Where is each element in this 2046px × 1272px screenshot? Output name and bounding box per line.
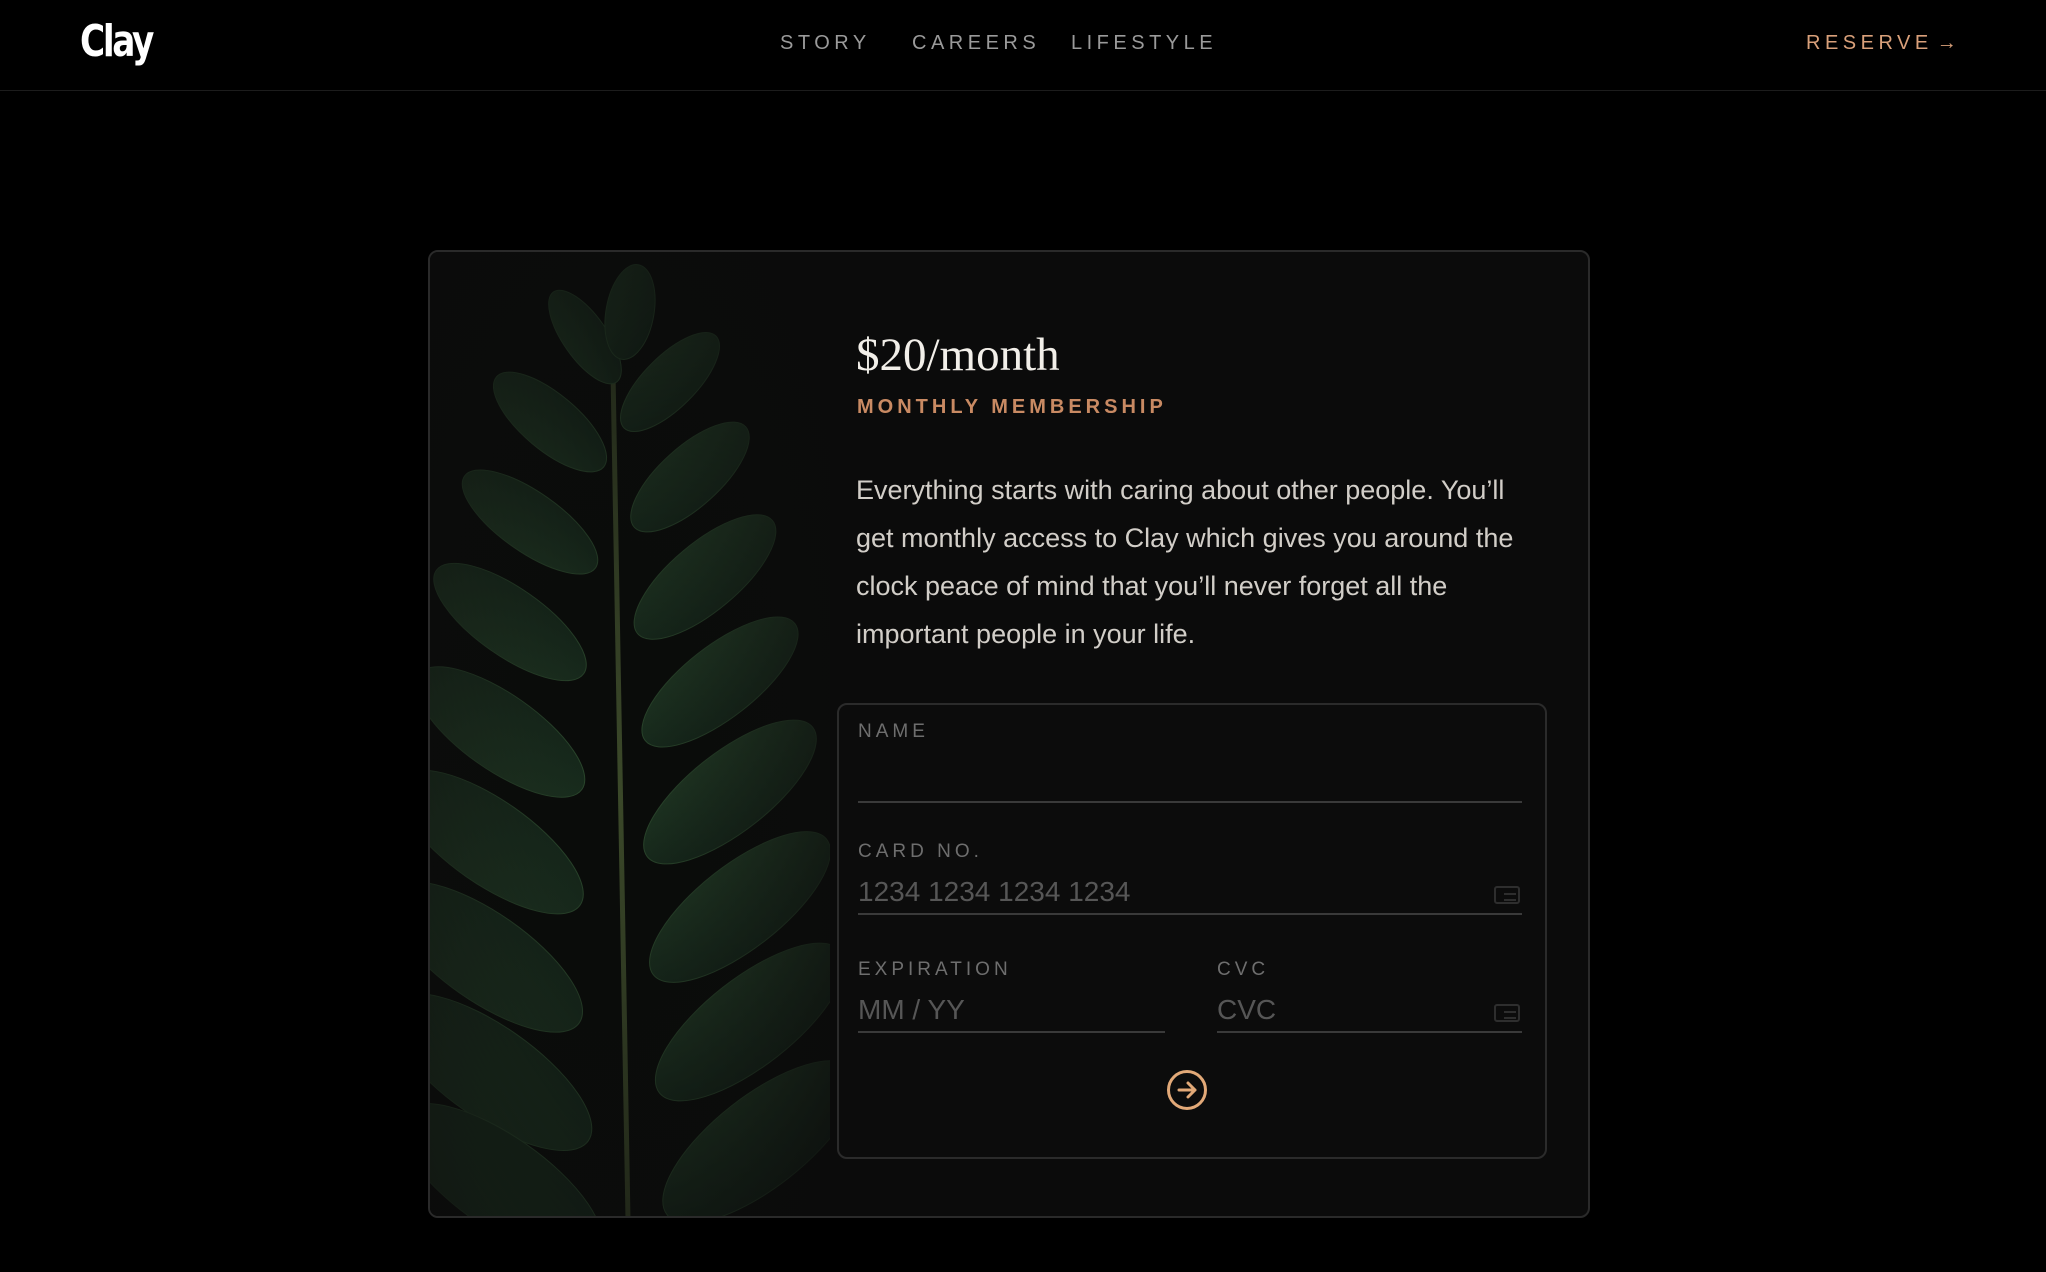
- cvc-card-icon: [1494, 1004, 1520, 1022]
- arrow-right-icon: →: [1936, 32, 1957, 54]
- submit-button[interactable]: [1167, 1070, 1207, 1110]
- expiration-input[interactable]: [858, 989, 1165, 1033]
- cvc-label: CVC: [1217, 959, 1270, 980]
- expiration-label: EXPIRATION: [858, 959, 1012, 980]
- card-number-label: CARD NO.: [858, 841, 983, 862]
- card-number-input[interactable]: [858, 871, 1522, 915]
- arrow-circle-right-icon: [1177, 1081, 1197, 1099]
- nav-story-link[interactable]: STORY: [780, 30, 871, 56]
- clay-logo[interactable]: Clay: [80, 17, 154, 67]
- leaf-image: [430, 252, 830, 1216]
- reserve-label: RESERVE: [1806, 32, 1933, 54]
- name-label: NAME: [858, 721, 929, 742]
- credit-card-icon: [1494, 886, 1520, 904]
- payment-form: NAME CARD NO. EXPIRATION CVC: [837, 703, 1547, 1159]
- site-header: Clay STORY CAREERS LIFESTYLE RESERVE →: [0, 0, 2046, 91]
- reserve-link[interactable]: RESERVE →: [1806, 30, 1957, 56]
- name-input[interactable]: [858, 757, 1522, 803]
- price: $20/month: [856, 329, 1060, 381]
- membership-card: $20/month MONTHLY MEMBERSHIP Everything …: [428, 250, 1590, 1218]
- nav-lifestyle-link[interactable]: LIFESTYLE: [1071, 30, 1217, 56]
- membership-description: Everything starts with caring about othe…: [856, 475, 1514, 649]
- nav-careers-link[interactable]: CAREERS: [912, 30, 1040, 56]
- cvc-input[interactable]: [1217, 989, 1522, 1033]
- plan-label: MONTHLY MEMBERSHIP: [857, 396, 1167, 418]
